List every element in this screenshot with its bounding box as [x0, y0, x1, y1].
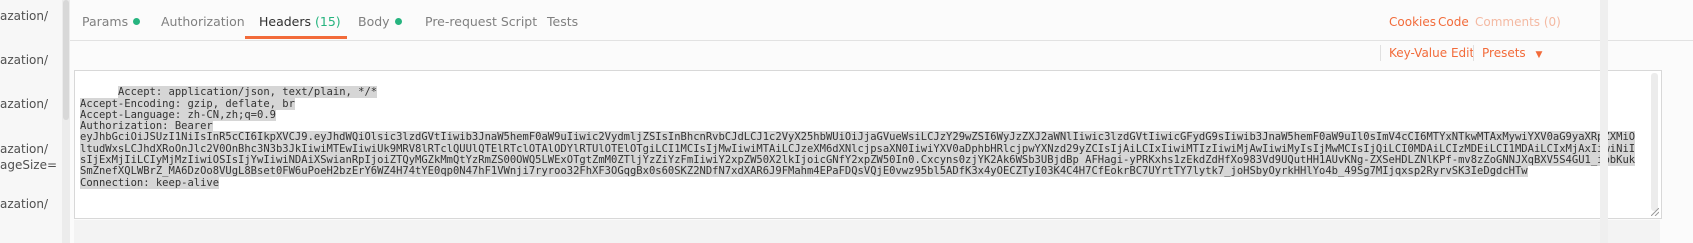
tab-label: Params	[82, 14, 129, 29]
sidebar-item[interactable]: azation/	[0, 197, 48, 211]
tab-params[interactable]: Params	[82, 14, 141, 29]
sidebar-item[interactable]: azation/	[0, 142, 48, 156]
toolbar-divider	[1473, 45, 1474, 61]
sidebar-item[interactable]: azation/	[0, 97, 48, 111]
header-line: Accept: application/json, text/plain, */…	[117, 86, 378, 99]
headers-toolbar: Key-Value Edit Presets ▼	[70, 41, 1693, 67]
headers-count: (15)	[315, 14, 341, 29]
window-scrollbar[interactable]	[1600, 0, 1608, 243]
tab-body[interactable]: Body	[358, 14, 402, 29]
resize-handle-icon[interactable]	[1651, 208, 1659, 216]
tab-label: Pre-request Script	[425, 14, 538, 29]
header-line: Accept-Encoding: gzip, deflate, br	[80, 97, 295, 110]
presets-label: Presets	[1482, 46, 1526, 60]
sidebar-item[interactable]: azation/	[0, 53, 48, 67]
headers-text[interactable]: Accept: application/json, text/plain, */…	[80, 76, 1640, 200]
sidebar-scrollbar-thumb[interactable]	[63, 0, 69, 120]
key-value-edit-button[interactable]: Key-Value Edit	[1389, 46, 1474, 60]
tab-authorization[interactable]: Authorization	[161, 14, 245, 29]
sidebar-item[interactable]: ageSize=	[0, 158, 57, 172]
headers-bulk-editor[interactable]: Accept: application/json, text/plain, */…	[74, 70, 1662, 219]
request-list-sidebar: azation/ azation/ azation/ azation/ ageS…	[0, 0, 62, 243]
sidebar-item[interactable]: azation/	[0, 9, 48, 23]
header-line: eyJhbGciOiJSUzI1NiIsInR5cCI6IkpXVCJ9.eyJ…	[80, 131, 1636, 178]
toolbar-divider	[1380, 45, 1381, 61]
tab-tests[interactable]: Tests	[547, 14, 578, 29]
chevron-down-icon: ▼	[1535, 50, 1543, 60]
comments-link[interactable]: Comments (0)	[1475, 15, 1561, 29]
code-link[interactable]: Code	[1438, 15, 1469, 29]
header-line: Authorization: Bearer	[80, 120, 213, 133]
active-dot-icon	[394, 18, 402, 25]
header-line: Connection: keep-alive	[80, 176, 220, 189]
editor-scrollbar[interactable]	[1651, 73, 1658, 211]
tab-label: Authorization	[161, 14, 245, 29]
editor-footer	[74, 220, 1660, 243]
tab-label: Tests	[547, 14, 579, 29]
header-line: Accept-Language: zh-CN,zh;q=0.9	[80, 108, 276, 121]
tab-pre-request-script[interactable]: Pre-request Script	[425, 14, 537, 29]
presets-dropdown[interactable]: Presets ▼	[1482, 46, 1542, 60]
tab-label: Body	[358, 14, 390, 29]
tab-headers[interactable]: Headers (15)	[259, 14, 341, 29]
active-dot-icon	[133, 18, 141, 25]
request-editor: Params Authorization Headers (15) Body P…	[70, 0, 1693, 243]
active-tab-indicator	[245, 36, 347, 39]
cookies-link[interactable]: Cookies	[1389, 15, 1436, 29]
tab-label: Headers	[259, 14, 312, 29]
request-tabs: Params Authorization Headers (15) Body P…	[70, 0, 1693, 41]
